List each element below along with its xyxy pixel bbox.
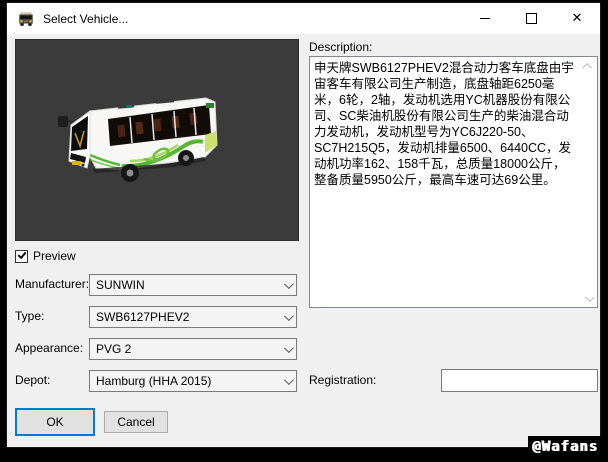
vehicle-preview-image [58, 97, 218, 182]
chevron-down-icon [278, 278, 296, 289]
window-title: Select Vehicle... [43, 11, 129, 26]
description-textarea[interactable]: 申天牌SWB6127PHEV2混合动力客车底盘由宇宙客车有限公司生产制造，底盘轴… [309, 56, 598, 308]
minimize-icon [480, 18, 490, 19]
description-label: Description: [309, 40, 373, 54]
preview-checkbox-label: Preview [33, 249, 76, 263]
manufacturer-dropdown[interactable]: SUNWIN [89, 274, 297, 296]
registration-input[interactable] [441, 369, 598, 392]
registration-label: Registration: [309, 373, 377, 387]
manufacturer-value: SUNWIN [96, 278, 145, 292]
bus-app-icon [19, 11, 33, 26]
vehicle-preview-panel[interactable] [15, 39, 299, 241]
appearance-label: Appearance: [15, 341, 84, 355]
close-button[interactable]: ✕ [554, 3, 600, 34]
chevron-up-icon [581, 62, 592, 73]
appearance-value: PVG 2 [96, 342, 132, 356]
maximize-button[interactable] [508, 3, 554, 34]
depot-value: Hamburg (HHA 2015) [96, 374, 212, 388]
check-icon [17, 249, 27, 259]
preview-checkbox-row[interactable]: Preview [15, 249, 76, 263]
depot-dropdown[interactable]: Hamburg (HHA 2015) [89, 370, 297, 392]
cancel-button[interactable]: Cancel [104, 411, 168, 433]
scroll-up-button[interactable] [580, 58, 596, 74]
type-dropdown[interactable]: SWB6127PHEV2 [89, 306, 297, 328]
description-text: 申天牌SWB6127PHEV2混合动力客车底盘由宇宙客车有限公司生产制造，底盘轴… [314, 61, 574, 187]
close-icon: ✕ [571, 11, 583, 26]
maximize-icon [525, 13, 537, 24]
type-value: SWB6127PHEV2 [96, 310, 190, 324]
chevron-down-icon [278, 374, 296, 385]
chevron-down-icon [278, 342, 296, 353]
chevron-down-icon [584, 291, 595, 302]
watermark: @Wafans [527, 436, 602, 459]
ok-button[interactable]: OK [15, 408, 95, 436]
titlebar[interactable]: Select Vehicle... ✕ [7, 3, 600, 34]
select-vehicle-dialog: Select Vehicle... ✕ Description: 申天牌SWB6… [6, 2, 601, 448]
preview-checkbox[interactable] [15, 249, 28, 263]
manufacturer-label: Manufacturer: [15, 277, 90, 291]
minimize-button[interactable] [462, 3, 508, 34]
appearance-dropdown[interactable]: PVG 2 [89, 338, 297, 360]
type-label: Type: [15, 309, 45, 323]
depot-label: Depot: [15, 373, 51, 387]
chevron-down-icon [278, 310, 296, 321]
scroll-down-button[interactable] [580, 290, 596, 306]
description-scrollbar[interactable] [580, 58, 596, 306]
